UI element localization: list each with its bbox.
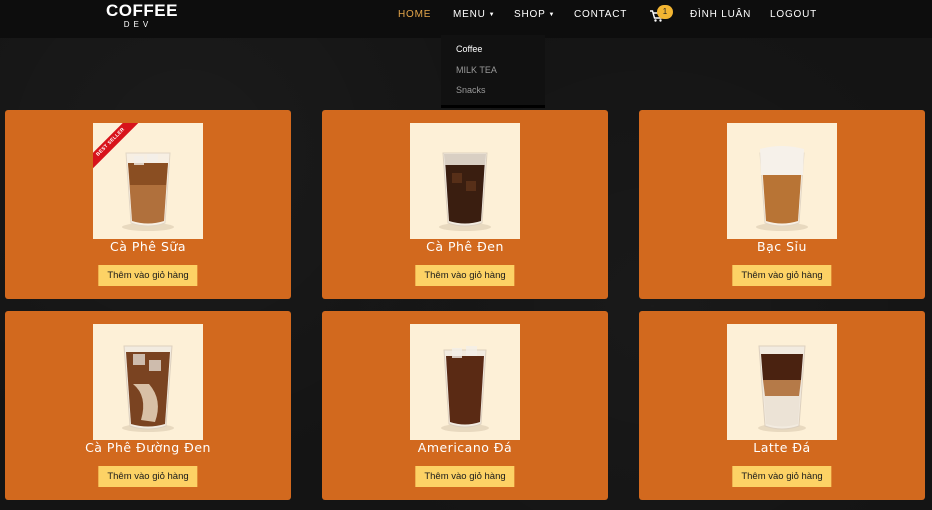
product-image[interactable] — [93, 324, 203, 440]
bac-siu-image — [756, 146, 808, 231]
nav-home[interactable]: HOME — [398, 9, 431, 21]
product-image[interactable] — [727, 324, 837, 440]
dropdown-item-coffee[interactable]: Coffee — [456, 44, 482, 54]
iced-black-coffee-image — [439, 152, 491, 231]
product-card: Cà Phê Đường Đen Thêm vào giỏ hàng — [5, 311, 291, 500]
product-image[interactable]: BEST SELLER — [93, 123, 203, 239]
logo-line2: DEV — [123, 20, 153, 29]
add-to-cart-button[interactable]: Thêm vào giỏ hàng — [732, 466, 832, 487]
product-image[interactable] — [410, 123, 520, 239]
product-name: Cà Phê Đường Đen — [85, 440, 211, 455]
navbar: COFFEE DEV HOME MENU ▼ SHOP ▼ CONTACT 1 ĐÌ… — [0, 0, 932, 38]
add-to-cart-button[interactable]: Thêm vào giỏ hàng — [415, 466, 515, 487]
cart-count-badge: 1 — [657, 5, 673, 19]
product-image[interactable] — [727, 123, 837, 239]
nav-menu[interactable]: MENU ▼ — [453, 9, 495, 21]
product-card: BEST SELLER Cà Phê Sữa Thêm vào giỏ hàng — [5, 110, 291, 299]
dropdown-item-snacks[interactable]: Snacks — [456, 85, 486, 95]
add-to-cart-button[interactable]: Thêm vào giỏ hàng — [732, 265, 832, 286]
nav-contact[interactable]: CONTACT — [574, 9, 627, 21]
nav-shop-label: SHOP — [514, 9, 546, 20]
iced-latte-image — [758, 345, 806, 432]
nav-shop[interactable]: SHOP ▼ — [514, 9, 555, 21]
product-name: Bạc Sỉu — [757, 239, 807, 254]
chevron-down-icon: ▼ — [488, 12, 496, 18]
product-card: Americano Đá Thêm vào giỏ hàng — [322, 311, 608, 500]
product-name: Cà Phê Đen — [426, 239, 504, 254]
dropdown-item-milk-tea[interactable]: MILK TEA — [456, 65, 497, 75]
nav-logout[interactable]: LOGOUT — [770, 9, 817, 21]
product-card: Bạc Sỉu Thêm vào giỏ hàng — [639, 110, 925, 299]
chevron-down-icon: ▼ — [548, 12, 556, 18]
add-to-cart-button[interactable]: Thêm vào giỏ hàng — [415, 265, 515, 286]
iced-americano-image — [441, 346, 489, 432]
product-card: Latte Đá Thêm vào giỏ hàng — [639, 311, 925, 500]
product-name: Americano Đá — [417, 440, 513, 455]
logo-line1: COFFEE — [106, 1, 178, 20]
logo[interactable]: COFFEE DEV — [106, 1, 178, 30]
add-to-cart-button[interactable]: Thêm vào giỏ hàng — [98, 466, 198, 487]
product-image[interactable] — [410, 324, 520, 440]
nav-menu-label: MENU — [453, 9, 486, 20]
brown-sugar-coffee-image — [122, 345, 174, 432]
product-card: Cà Phê Đen Thêm vào giỏ hàng — [322, 110, 608, 299]
nav-user[interactable]: ĐÌNH LUÂN — [690, 9, 751, 21]
product-name: Cà Phê Sữa — [109, 239, 186, 254]
add-to-cart-button[interactable]: Thêm vào giỏ hàng — [98, 265, 198, 286]
menu-dropdown: Coffee MILK TEA Snacks — [441, 35, 545, 108]
product-name: Latte Đá — [753, 440, 811, 455]
